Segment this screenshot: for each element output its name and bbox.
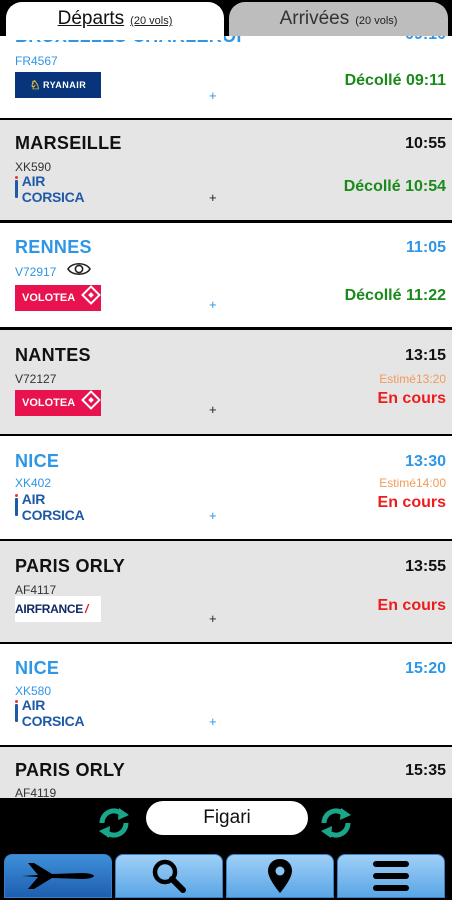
airline-name: AIR CORSICA [21, 491, 85, 523]
nav-search-button[interactable] [115, 854, 223, 898]
airport-selector[interactable]: Figari [146, 801, 308, 835]
nav-map-button[interactable] [226, 854, 334, 898]
aircorsica-mark-icon [15, 494, 18, 516]
tab-arrivals[interactable]: Arrivées (20 vols) [229, 2, 448, 40]
aircorsica-mark-icon [15, 176, 18, 198]
tab-departures[interactable]: Départs (20 vols) [6, 2, 224, 40]
flight-number: AF4119 [15, 786, 57, 798]
refresh-icon[interactable] [94, 803, 134, 843]
volotea-logo: VOLOTEA [15, 390, 101, 416]
scheduled-time: 15:35 [405, 762, 446, 779]
flight-row[interactable]: PARIS ORLY AF4119 15:35 [0, 747, 452, 798]
scheduled-time: 11:05 [405, 239, 446, 256]
flight-row[interactable]: PARIS ORLY AF4117 13:55 AIRFRANCE / En co… [0, 541, 452, 642]
flight-number: XK590 [15, 160, 52, 174]
flight-status: Décollé 11:22 [344, 287, 446, 304]
volotea-mark-icon [81, 390, 101, 410]
airline-name: RYANAIR [42, 80, 87, 90]
scheduled-time: 13:30 [405, 453, 446, 470]
aircorsica-logo: AIR CORSICA [15, 173, 105, 205]
airplane-icon [22, 863, 94, 889]
scheduled-time: 13:55 [405, 558, 446, 575]
eye-icon[interactable] [67, 261, 91, 277]
more-details-button[interactable]: + [209, 714, 217, 729]
airport-name: Figari [203, 807, 251, 828]
aircorsica-mark-icon [15, 700, 18, 722]
more-details-button[interactable]: + [209, 190, 217, 205]
ryanair-logo: ♘ RYANAIR [15, 72, 101, 98]
menu-icon [373, 861, 409, 891]
flight-row[interactable]: NICE XK580 15:20 AIR CORSICA + [0, 644, 452, 745]
flight-status: En cours [377, 494, 446, 511]
flight-row[interactable]: RENNES V72917 11:05 VOLOTEA Décollé 11:2… [0, 223, 452, 327]
scheduled-time: 10:55 [405, 135, 446, 152]
search-icon [152, 859, 186, 893]
flight-row[interactable]: MARSEILLE XK590 10:55 AIR CORSICA Décoll… [0, 120, 452, 220]
flight-destination: MARSEILLE [15, 133, 122, 153]
scheduled-time: 09:10 [405, 36, 446, 44]
scheduled-time: 13:15 [405, 347, 446, 364]
flight-number: V72127 [15, 372, 57, 386]
volotea-mark-icon [81, 285, 101, 305]
flight-number: FR4567 [15, 54, 58, 68]
flight-destination: RENNES [15, 237, 92, 257]
aircorsica-logo: AIR CORSICA [15, 491, 105, 523]
flight-row[interactable]: BRUXELLES CHARLEROI FR4567 09:10 ♘RYANAI… [0, 36, 452, 118]
flight-number: XK580 [15, 684, 52, 698]
flight-status: En cours [377, 390, 446, 407]
volotea-logo: VOLOTEA [15, 285, 101, 311]
more-details-button[interactable]: + [209, 402, 217, 417]
airline-name: VOLOTEA [22, 292, 76, 304]
flight-destination: NICE [15, 658, 60, 678]
airline-name: AIR CORSICA [21, 173, 85, 205]
aircorsica-logo: AIR CORSICA [15, 697, 105, 729]
more-details-button[interactable]: + [209, 611, 217, 626]
nav-flights-button[interactable] [4, 854, 112, 898]
airline-name: AIR CORSICA [21, 697, 85, 729]
bottom-bar: Figari [0, 798, 452, 900]
tab-bar: Départs (20 vols) Arrivées (20 vols) [0, 0, 452, 40]
scheduled-time: 15:20 [405, 660, 446, 677]
airline-name: VOLOTEA [22, 397, 76, 409]
flight-row[interactable]: NANTES V72127 13:15 Estimé13:20 VOLOTEA … [0, 330, 452, 434]
tab-departures-label: Départs [57, 8, 125, 29]
flight-status: Décollé 10:54 [343, 178, 446, 195]
flight-status: Décollé 09:11 [344, 72, 446, 89]
flight-destination: NANTES [15, 345, 91, 365]
more-details-button[interactable]: + [209, 297, 217, 312]
flight-destination: NICE [15, 451, 60, 471]
flight-destination: PARIS ORLY [15, 556, 126, 576]
estimated-time: Estimé13:20 [379, 372, 446, 386]
more-details-button[interactable]: + [209, 508, 217, 523]
flight-number: V72917 [15, 265, 57, 279]
flight-status: En cours [377, 597, 446, 614]
flight-list[interactable]: BRUXELLES CHARLEROI FR4567 09:10 ♘RYANAI… [0, 36, 452, 798]
harp-icon: ♘ [29, 78, 41, 92]
flight-row[interactable]: NICE XK402 13:30 Estimé14:00 AIR CORSICA… [0, 436, 452, 539]
tab-arrivals-label: Arrivées [279, 8, 350, 29]
flight-number: XK402 [15, 476, 52, 490]
tab-departures-count: (20 vols) [130, 15, 173, 27]
flight-number: AF4117 [15, 583, 57, 597]
more-details-button[interactable]: + [209, 88, 217, 103]
nav-menu-button[interactable] [337, 854, 445, 898]
tab-arrivals-count: (20 vols) [355, 15, 398, 27]
map-pin-icon [268, 859, 292, 893]
estimated-time: Estimé14:00 [379, 476, 446, 490]
refresh-icon[interactable] [316, 803, 356, 843]
flight-destination: PARIS ORLY [15, 760, 126, 780]
airfrance-logo: AIRFRANCE / [15, 596, 101, 622]
airline-name: AIRFRANCE [15, 602, 83, 616]
